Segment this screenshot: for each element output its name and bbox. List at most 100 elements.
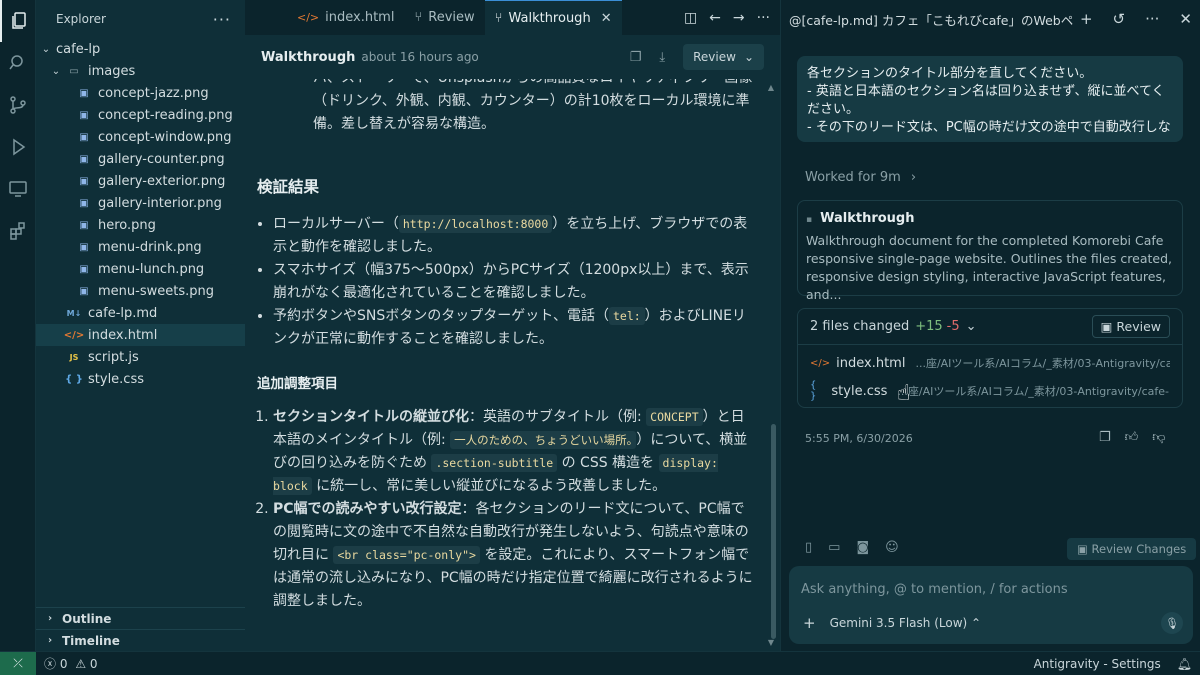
warning-count: 0 (89, 657, 98, 671)
microphone-icon[interactable]: 🎙︎ (1161, 612, 1183, 634)
tree-item-label: script.js (88, 349, 139, 365)
tree-file[interactable]: ▣ concept-jazz.png (36, 82, 245, 104)
scrollbar[interactable]: ▲ ▼ (768, 79, 776, 651)
thumbs-up-icon[interactable]: 👍︎ (1125, 430, 1139, 445)
close-icon[interactable]: ✕ (601, 11, 612, 26)
remote-indicator-icon[interactable]: ⤫ (0, 652, 36, 675)
extensions-icon[interactable] (0, 210, 36, 252)
prompt-line: - その下のリード文は、PC幅の時だけ文の途中で自動改行しな (807, 120, 1171, 135)
inline-code: <br class="pc-only"> (333, 546, 480, 564)
arrow-left-icon[interactable]: ← (709, 10, 721, 26)
status-bar: ⤫ ⓧ 0 ⚠ 0 Antigravity - Settings 🔔︎ (0, 651, 1200, 675)
close-icon[interactable]: ✕ (1179, 10, 1192, 28)
tree-file[interactable]: ▣ gallery-exterior.png (36, 170, 245, 192)
chevron-right-icon: › (47, 613, 53, 624)
download-icon[interactable]: ⤓ (659, 50, 665, 65)
tree-item-label: style.css (88, 371, 144, 387)
chevron-right-icon: › (910, 170, 917, 185)
settings-status-item[interactable]: Antigravity - Settings (1034, 657, 1161, 671)
chevron-down-icon: ⌄ (41, 43, 51, 55)
tree-item-label: menu-lunch.png (98, 261, 205, 277)
copy-icon[interactable]: ❐ (630, 50, 642, 65)
more-actions-icon[interactable]: ··· (213, 10, 231, 29)
run-debug-icon[interactable] (0, 126, 36, 168)
review-button[interactable]: ▣ Review (1091, 315, 1170, 338)
walkthrough-artifact-card[interactable]: ▪ Walkthrough Walkthrough document for th… (797, 200, 1183, 302)
arrow-right-icon[interactable]: → (733, 10, 745, 26)
plus-icon[interactable]: + (1080, 10, 1093, 28)
scroll-up-icon[interactable]: ▲ (768, 83, 774, 92)
tree-file[interactable]: JS script.js (36, 346, 245, 368)
document-body: バ、ストーリーで、Unsplashからの高品質なロイヤリティフリー画像 （ドリン… (257, 79, 757, 613)
walkthrough-document: バ、ストーリーで、Unsplashからの高品質なロイヤリティフリー画像 （ドリン… (245, 79, 780, 651)
tree-file[interactable]: M↓ cafe-lp.md (36, 302, 245, 324)
scrollbar-thumb[interactable] (771, 424, 776, 639)
search-icon[interactable] (0, 42, 36, 84)
javascript-file-icon: JS (69, 352, 79, 362)
chevron-right-icon: › (47, 635, 53, 646)
tab-review[interactable]: ⑂ Review (404, 0, 484, 35)
agent-icon[interactable]: ☺ (885, 540, 899, 555)
review-dropdown-button[interactable]: Review ⌄ (683, 44, 764, 70)
tree-folder-images[interactable]: ⌄ ▭ images (36, 60, 245, 82)
tree-file[interactable]: ▣ menu-lunch.png (36, 258, 245, 280)
tree-file[interactable]: ▣ gallery-interior.png (36, 192, 245, 214)
files-changed-header[interactable]: 2 files changed +15 -5 ⌄ ▣ Review (798, 309, 1182, 345)
tab-index-html[interactable]: </> index.html (287, 0, 404, 35)
review-label: Review (693, 50, 736, 64)
tree-file[interactable]: ▣ concept-window.png (36, 126, 245, 148)
tree-item-label: images (88, 63, 136, 79)
review-changes-button[interactable]: ▣ Review Changes (1067, 538, 1197, 560)
text-line: 備。差し替えが容易な構造。 (313, 116, 495, 132)
changed-file-row[interactable]: { } style.css ...座/AIツール系/AIコラム/_素材/03-A… (798, 377, 1182, 405)
tree-file[interactable]: ▣ menu-drink.png (36, 236, 245, 258)
tree-folder-root[interactable]: ⌄ cafe-lp (36, 38, 245, 60)
user-prompt-message[interactable]: 各セクションのタイトル部分を直してください。 - 英語と日本語のセクション名は回… (797, 56, 1183, 142)
bell-icon[interactable]: 🔔︎ (1177, 657, 1192, 671)
model-selector[interactable]: Gemini 3.5 Flash (Low) ⌃ (830, 616, 982, 630)
outline-section[interactable]: › Outline (36, 607, 245, 629)
terminal-icon[interactable]: ▭ (828, 540, 840, 555)
copy-icon[interactable]: ❐ (1099, 430, 1111, 445)
image-file-icon: ▣ (79, 285, 89, 297)
image-files-list: ▣ concept-jazz.png ▣ concept-reading.png ▣… (36, 82, 245, 302)
tab-walkthrough[interactable]: ⑂ Walkthrough ✕ (484, 0, 622, 35)
tree-file[interactable]: ▣ concept-reading.png (36, 104, 245, 126)
error-count: 0 (59, 657, 68, 671)
image-file-icon: ▣ (79, 241, 89, 253)
source-control-icon[interactable] (0, 84, 36, 126)
tree-item-label: gallery-interior.png (98, 195, 222, 211)
file-icon[interactable]: ▯ (805, 540, 812, 555)
html-file-icon: </> (63, 329, 85, 341)
history-icon[interactable]: ↺ (1113, 10, 1126, 28)
chat-input[interactable]: Ask anything, @ to mention, / for action… (789, 566, 1193, 644)
problems-indicator[interactable]: ⓧ 0 ⚠ 0 (44, 655, 98, 672)
timeline-section[interactable]: › Timeline (36, 629, 245, 651)
markdown-file-icon: M↓ (66, 308, 82, 318)
tree-file[interactable]: ▣ gallery-counter.png (36, 148, 245, 170)
tab-label: Walkthrough (508, 10, 591, 26)
tree-file-selected[interactable]: </> index.html (36, 324, 245, 346)
add-context-icon[interactable]: + (803, 614, 816, 632)
explorer-icon[interactable] (0, 0, 36, 42)
more-actions-icon[interactable]: ··· (757, 10, 770, 26)
tree-file[interactable]: ▣ menu-sweets.png (36, 280, 245, 302)
thumbs-down-icon[interactable]: 👎︎ (1152, 430, 1165, 445)
prompt-line: 各セクションのタイトル部分を直してください。 (807, 66, 1093, 81)
status-right: Antigravity - Settings 🔔︎ (1034, 657, 1200, 671)
changed-file-row[interactable]: </> index.html ...座/AIツール系/AIコラム/_素材/03-… (798, 349, 1182, 377)
more-actions-icon[interactable]: ··· (1145, 10, 1159, 28)
tree-file[interactable]: { } style.css (36, 368, 245, 390)
worked-duration-toggle[interactable]: Worked for 9m › (805, 170, 916, 185)
explorer-header: Explorer ··· (36, 0, 245, 38)
scroll-down-icon[interactable]: ▼ (768, 638, 774, 647)
tree-file[interactable]: ▣ hero.png (36, 214, 245, 236)
remote-explorer-icon[interactable] (0, 168, 36, 210)
model-label: Gemini 3.5 Flash (Low) (829, 616, 968, 630)
browser-icon[interactable]: ◙ (856, 540, 869, 555)
css-file-icon: { } (65, 373, 83, 385)
split-editor-icon[interactable]: ◫ (684, 10, 697, 26)
files-changed-card: 2 files changed +15 -5 ⌄ ▣ Review </> in… (797, 308, 1183, 408)
image-file-icon: ▣ (79, 87, 89, 99)
review-icon: ▣ (1100, 319, 1117, 334)
